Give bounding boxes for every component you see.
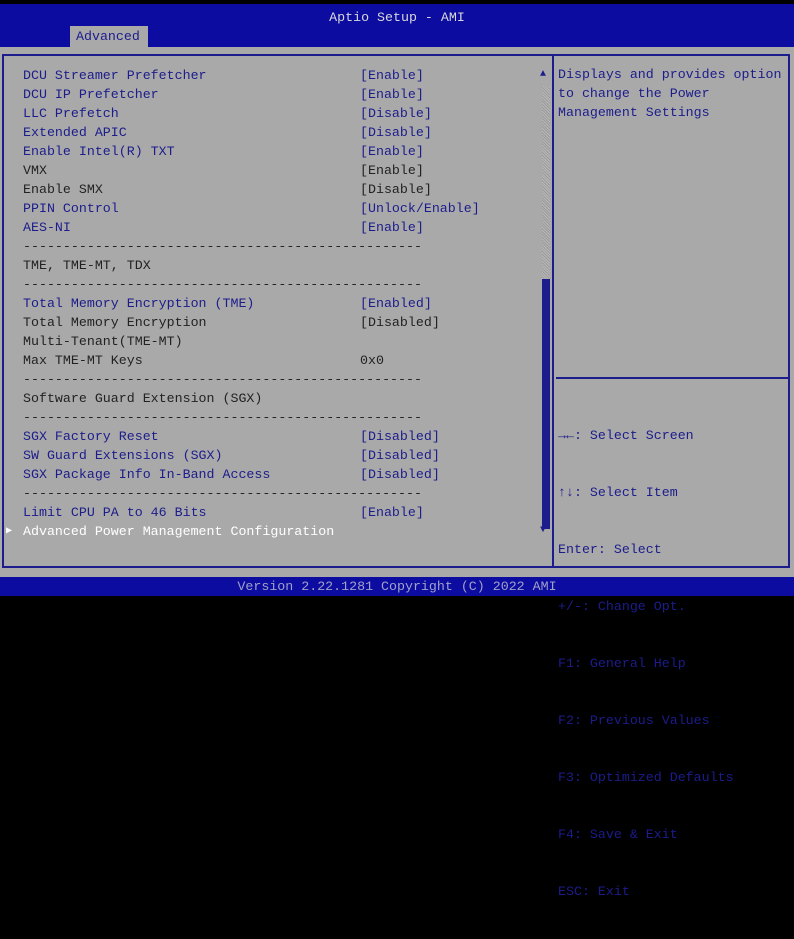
setting-row: Software Guard Extension (SGX)	[23, 389, 262, 408]
setting-label: ----------------------------------------…	[23, 277, 422, 292]
setting-row[interactable]: LLC Prefetch [Disable]	[23, 104, 432, 123]
setting-value: [Enable]	[360, 163, 424, 178]
setting-label: Limit CPU PA to 46 Bits	[23, 505, 207, 520]
setting-value: [Disable]	[360, 182, 432, 197]
setting-label: ----------------------------------------…	[23, 239, 422, 254]
setting-label: VMX	[23, 163, 47, 178]
app-title: Aptio Setup - AMI	[329, 10, 465, 25]
setting-row: Total Memory Encryption [Disabled]	[23, 313, 440, 332]
setting-label: ----------------------------------------…	[23, 410, 422, 425]
setting-label: SGX Package Info In-Band Access	[23, 467, 271, 482]
key-hint: Enter: Select	[558, 542, 662, 557]
setting-row[interactable]: ▶ Advanced Power Management Configuration	[6, 522, 335, 541]
setting-label: ----------------------------------------…	[23, 372, 422, 387]
setting-row[interactable]: Total Memory Encryption (TME) [Enabled]	[23, 294, 432, 313]
setting-row[interactable]: DCU IP Prefetcher [Enable]	[23, 85, 424, 104]
scrollbar-thumb[interactable]	[542, 279, 550, 529]
key-hint: →←: Select Screen	[558, 428, 694, 443]
setting-row[interactable]: Limit CPU PA to 46 Bits [Enable]	[23, 503, 424, 522]
setting-value[interactable]: [Disable]	[360, 104, 432, 123]
setting-row[interactable]: SW Guard Extensions (SGX) [Disabled]	[23, 446, 440, 465]
separator: ----------------------------------------…	[23, 275, 422, 294]
setting-row[interactable]: Enable Intel(R) TXT [Enable]	[23, 142, 424, 161]
setting-row[interactable]: AES-NI [Enable]	[23, 218, 424, 237]
setting-value[interactable]: [Disable]	[360, 123, 432, 142]
key-hint: F3: Optimized Defaults	[558, 770, 734, 785]
key-hint: ESC: Exit	[558, 884, 630, 899]
scroll-down-arrow-icon[interactable]: ▼	[540, 525, 546, 536]
setting-label: Enable Intel(R) TXT	[23, 144, 175, 159]
setting-value[interactable]: [Disabled]	[360, 427, 440, 446]
setting-label: Multi-Tenant(TME-MT)	[23, 334, 183, 349]
setting-label: SGX Factory Reset	[23, 429, 159, 444]
setting-value[interactable]: [Enable]	[360, 66, 424, 85]
separator: ----------------------------------------…	[23, 408, 422, 427]
separator: ----------------------------------------…	[23, 370, 422, 389]
tab-advanced[interactable]: Advanced	[70, 26, 148, 47]
setting-row: VMX [Enable]	[23, 161, 424, 180]
setting-row[interactable]: Extended APIC [Disable]	[23, 123, 432, 142]
setting-label: Max TME-MT Keys	[23, 353, 143, 368]
setting-value[interactable]: [Enable]	[360, 503, 424, 522]
submenu-arrow-icon: ▶	[6, 526, 13, 537]
setting-value[interactable]: [Disabled]	[360, 446, 440, 465]
setting-label: Total Memory Encryption (TME)	[23, 296, 255, 311]
setting-row[interactable]: PPIN Control [Unlock/Enable]	[23, 199, 480, 218]
setting-label: SW Guard Extensions (SGX)	[23, 448, 223, 463]
setting-value[interactable]: [Disabled]	[360, 465, 440, 484]
setting-value: 0x0	[360, 353, 384, 368]
setup-body: DCU Streamer Prefetcher [Enable] DCU IP Pr…	[0, 47, 794, 899]
setting-label: LLC Prefetch	[23, 106, 119, 121]
setting-row[interactable]: SGX Package Info In-Band Access [Disabled…	[23, 465, 440, 484]
setting-value[interactable]: [Enable]	[360, 85, 424, 104]
setting-label: Extended APIC	[23, 125, 127, 140]
header-bar: Aptio Setup - AMI Advanced	[0, 4, 794, 47]
key-hint: F2: Previous Values	[558, 713, 710, 728]
key-hint: F4: Save & Exit	[558, 827, 678, 842]
setting-label: AES-NI	[23, 220, 71, 235]
separator: ----------------------------------------…	[23, 484, 422, 503]
settings-panel: DCU Streamer Prefetcher [Enable] DCU IP Pr…	[2, 54, 553, 568]
footer-version: Version 2.22.1281 Copyright (C) 2022 AMI	[0, 577, 794, 596]
setting-label: TME, TME-MT, TDX	[23, 258, 151, 273]
separator: ----------------------------------------…	[23, 237, 422, 256]
help-description: Displays and provides option to change t…	[558, 67, 782, 120]
setting-label: DCU Streamer Prefetcher	[23, 68, 207, 83]
setting-row[interactable]: SGX Factory Reset [Disabled]	[23, 427, 440, 446]
setting-row: Multi-Tenant(TME-MT)	[23, 332, 183, 351]
setting-row[interactable]: DCU Streamer Prefetcher [Enable]	[23, 66, 424, 85]
setting-value[interactable]: [Unlock/Enable]	[360, 199, 480, 218]
setting-label: Enable SMX	[23, 182, 103, 197]
help-panel: Displays and provides option to change t…	[552, 54, 790, 899]
setting-value[interactable]: [Enabled]	[360, 294, 432, 313]
setting-value[interactable]: [Enable]	[360, 218, 424, 237]
setting-label: Advanced Power Management Configuration	[23, 524, 335, 539]
setting-value: [Disabled]	[360, 315, 440, 330]
setting-label: PPIN Control	[23, 201, 119, 216]
key-hint: F1: General Help	[558, 656, 686, 671]
setting-row: TME, TME-MT, TDX	[23, 256, 151, 275]
setting-row: Enable SMX [Disable]	[23, 180, 432, 199]
scroll-up-arrow-icon[interactable]: ▲	[540, 69, 546, 80]
setting-label: Total Memory Encryption	[23, 315, 207, 330]
setting-row: Max TME-MT Keys 0x0	[23, 351, 384, 370]
setting-value[interactable]: [Enable]	[360, 142, 424, 161]
key-legend: →←: Select Screen ↑↓: Select Item Enter:…	[558, 388, 734, 939]
setting-label: Software Guard Extension (SGX)	[23, 391, 263, 406]
setting-label: ----------------------------------------…	[23, 486, 422, 501]
key-hint: +/-: Change Opt.	[558, 599, 686, 614]
key-hint: ↑↓: Select Item	[558, 485, 678, 500]
help-divider	[556, 377, 788, 379]
setting-label: DCU IP Prefetcher	[23, 87, 159, 102]
